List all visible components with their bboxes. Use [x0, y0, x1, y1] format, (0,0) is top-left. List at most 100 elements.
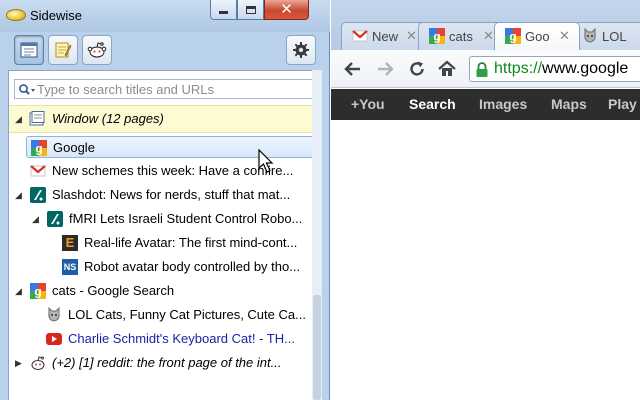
google-favicon-icon: g [505, 28, 521, 44]
chrome-window: New ✕ g cats ✕ g Goo ✕ LOL https://www.g… [331, 0, 640, 400]
tree-item-keyboard-cat[interactable]: Charlie Schmidt's Keyboard Cat! - TH... [42, 328, 318, 350]
maximize-button[interactable] [237, 0, 264, 20]
tree-item-label: LOL Cats, Funny Cat Pictures, Cute Ca... [68, 307, 306, 322]
svg-text:g: g [433, 30, 440, 44]
chrome-toolbar: https://www.google [331, 50, 640, 88]
sidebar-content: ◢ Window (12 pages) g Googl [8, 70, 322, 400]
minimize-icon [219, 11, 228, 14]
close-icon: ✕ [280, 1, 293, 18]
maximize-icon [245, 5, 256, 14]
google-bar: +You Search Images Maps Play [331, 89, 640, 120]
settings-button[interactable] [286, 35, 316, 65]
close-tab-icon[interactable]: ✕ [406, 28, 417, 44]
scrollbar-thumb[interactable] [313, 295, 321, 400]
url-host: www.google [542, 60, 629, 77]
notepad-icon [55, 42, 72, 58]
window-row-label: Window (12 pages) [52, 111, 164, 126]
newscientist-favicon-icon: NS [62, 259, 78, 275]
svg-text:g: g [509, 30, 516, 44]
lolcat-favicon-icon [584, 28, 596, 43]
lolcat-favicon-icon [48, 307, 60, 322]
url-bar[interactable]: https://www.google [469, 56, 640, 82]
gbar-play[interactable]: Play [608, 96, 637, 112]
window-icon [29, 111, 45, 126]
tree-item-label: Slashdot: News for nerds, stuff that mat… [52, 187, 291, 202]
close-tab-icon[interactable]: ✕ [483, 28, 494, 44]
tree-item-fmri[interactable]: ◢ fMRI Lets Israeli Student Control Robo… [26, 208, 318, 230]
expanded-arrow-icon[interactable]: ◢ [32, 214, 40, 224]
window-row-inner: ◢ Window (12 pages) [9, 108, 321, 130]
tree-item-lolcats[interactable]: LOL Cats, Funny Cat Pictures, Cute Ca... [42, 304, 318, 326]
chrome-tabstrip: New ✕ g cats ✕ g Goo ✕ LOL [331, 0, 640, 50]
forward-button[interactable] [375, 59, 395, 79]
expanded-arrow-icon[interactable]: ◢ [15, 190, 23, 200]
gear-icon [293, 42, 309, 58]
pages-icon [20, 42, 38, 58]
slashdot-favicon-icon [30, 187, 46, 203]
collapsed-arrow-icon[interactable]: ▶ [15, 358, 23, 368]
search-icon [19, 84, 35, 95]
notepad-tab-button[interactable] [48, 35, 78, 65]
lock-icon [476, 62, 488, 77]
tree-item-cats-search[interactable]: ◢ g cats - Google Search [9, 280, 318, 302]
google-favicon-icon: g [31, 140, 47, 156]
forward-arrow-icon [378, 62, 394, 76]
home-icon [438, 60, 456, 76]
engadget-favicon-icon: E [62, 235, 78, 251]
window-title: Sidewise [30, 8, 83, 23]
window-row[interactable]: ◢ Window (12 pages) [9, 105, 321, 133]
tree-item-label: cats - Google Search [52, 283, 175, 298]
svg-text:g: g [34, 285, 41, 299]
sidewise-toolbar [8, 34, 322, 68]
chrome-tab-lol[interactable]: LOL [571, 22, 640, 50]
sidebar-scrollbar[interactable] [312, 70, 322, 400]
url-text: https://www.google [494, 60, 628, 78]
chrome-tab-label: LOL [602, 29, 627, 44]
gmail-favicon-icon [352, 30, 368, 42]
expanded-arrow-icon[interactable]: ◢ [15, 114, 23, 124]
tree-item-label: fMRI Lets Israeli Student Control Robo..… [69, 211, 303, 226]
page-tree: ◢ Window (12 pages) g Google New schemes… [9, 105, 321, 370]
reddit-tab-button[interactable] [82, 35, 112, 65]
gbar-images[interactable]: Images [479, 96, 527, 112]
tree-item-newscientist[interactable]: NS Robot avatar body controlled by tho..… [58, 256, 318, 278]
sidewise-titlebar[interactable]: Sidewise ✕ [0, 0, 330, 32]
google-favicon-icon: g [30, 283, 46, 299]
gbar-search[interactable]: Search [409, 96, 456, 112]
reload-button[interactable] [407, 59, 427, 79]
sidewise-app-icon [6, 9, 26, 21]
minimize-button[interactable] [210, 0, 237, 20]
home-button[interactable] [437, 59, 457, 79]
chrome-tab-label: cats [449, 29, 473, 44]
svg-text:g: g [35, 142, 42, 156]
google-favicon-icon: g [429, 28, 445, 44]
gbar-maps[interactable]: Maps [551, 96, 587, 112]
chrome-tab-label: Goo [525, 29, 550, 44]
mouse-cursor-icon [258, 149, 274, 173]
gbar-plus-you[interactable]: +You [351, 96, 385, 112]
tree-item-reddit[interactable]: ▶ (+2) [1] reddit: the front page of the… [9, 352, 318, 374]
tree-item-label: (+2) [1] reddit: the front page of the i… [52, 355, 282, 370]
search-box[interactable] [14, 79, 314, 99]
close-button[interactable]: ✕ [264, 0, 309, 20]
search-input[interactable] [37, 81, 309, 97]
chrome-tab-label: New [372, 29, 399, 44]
reddit-favicon-icon [31, 356, 45, 370]
expanded-arrow-icon[interactable]: ◢ [15, 286, 23, 296]
tree-item-engadget[interactable]: E Real-life Avatar: The first mind-cont.… [58, 232, 318, 254]
youtube-favicon-icon [46, 333, 62, 345]
close-tab-icon[interactable]: ✕ [559, 28, 570, 44]
url-scheme: https:// [494, 60, 543, 77]
tree-item-label: Real-life Avatar: The first mind-cont... [84, 235, 298, 250]
slashdot-favicon-icon [47, 211, 63, 227]
gmail-favicon-icon [30, 165, 46, 177]
tree-item-slashdot[interactable]: ◢ Slashdot: News for nerds, stuff that m… [9, 184, 318, 206]
pages-tab-button[interactable] [14, 35, 44, 65]
chrome-tab-gmail[interactable]: New ✕ [341, 22, 427, 50]
chrome-tab-cats[interactable]: g cats ✕ [418, 22, 504, 50]
chrome-tab-google-active[interactable]: g Goo ✕ [494, 22, 580, 50]
back-button[interactable] [343, 59, 363, 79]
reload-icon [410, 61, 424, 76]
tree-item-label: Charlie Schmidt's Keyboard Cat! - TH... [68, 331, 295, 346]
tree-item-label: Robot avatar body controlled by tho... [84, 259, 301, 274]
